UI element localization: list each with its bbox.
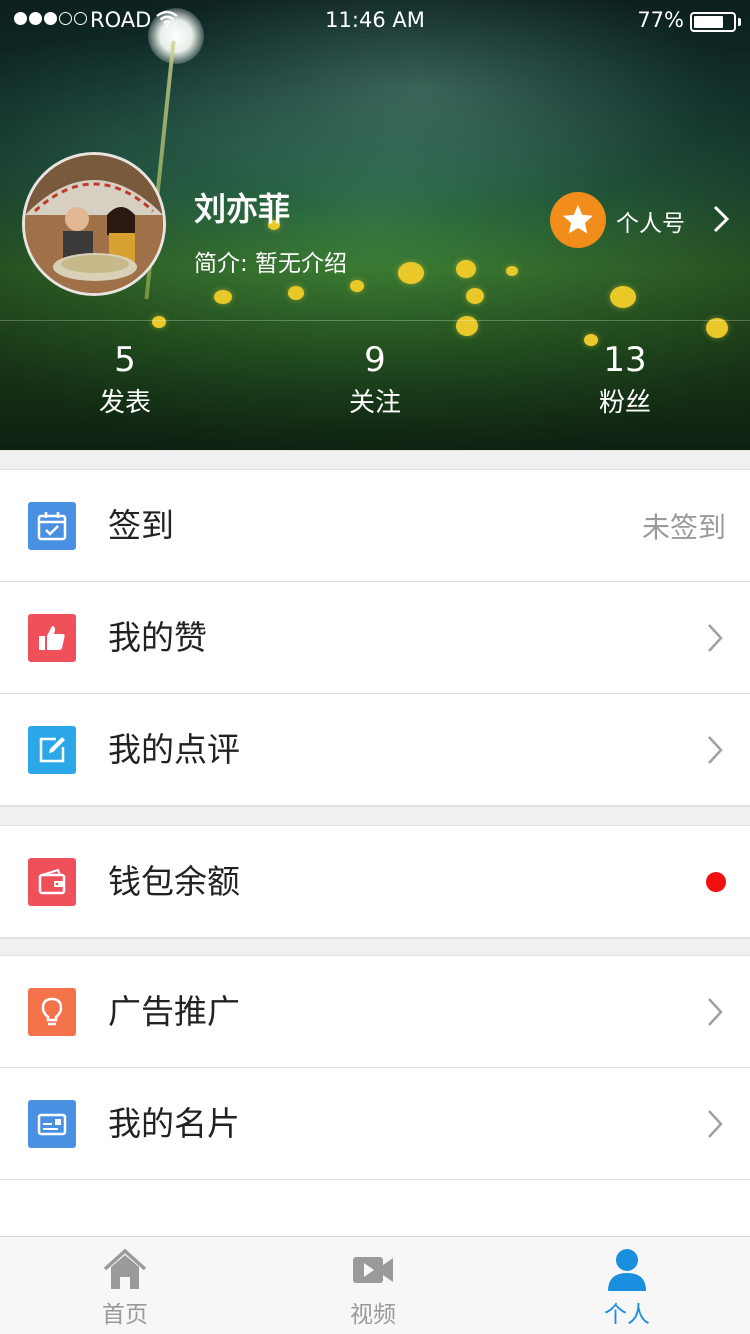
edit-icon — [28, 726, 76, 774]
tab-profile[interactable]: 个人 — [502, 1237, 750, 1334]
section-spacer — [0, 938, 750, 956]
tab-video-label: 视频 — [350, 1302, 396, 1328]
card-icon — [28, 1100, 76, 1148]
menu-item-business-card[interactable]: 我的名片 — [0, 1068, 750, 1180]
notification-badge — [706, 872, 726, 892]
stat-followers-count: 13 — [603, 340, 647, 380]
stat-following-count: 9 — [364, 340, 386, 380]
stat-followers-label: 粉丝 — [598, 388, 651, 418]
wallet-label: 钱包余额 — [108, 862, 240, 901]
menu-item-wallet[interactable]: 钱包余额 — [0, 826, 750, 938]
chevron-right-icon — [708, 1110, 723, 1138]
wallet-icon — [28, 858, 76, 906]
star-icon — [550, 192, 606, 248]
ads-label: 广告推广 — [108, 992, 240, 1031]
checkin-status: 未签到 — [641, 511, 726, 544]
home-icon — [103, 1248, 147, 1289]
stat-posts-label: 发表 — [98, 388, 151, 418]
video-icon — [353, 1257, 393, 1283]
lightbulb-icon — [28, 988, 76, 1036]
profile-header: ROAD 11:46 AM 77% 刘亦菲 简介: 暂无介绍 个人号 5 发表 … — [0, 0, 750, 450]
stat-following-label: 关注 — [348, 388, 401, 418]
profile-bio: 简介: 暂无介绍 — [194, 251, 348, 277]
menu-item-likes[interactable]: 我的赞 — [0, 582, 750, 694]
tab-home-label: 首页 — [102, 1302, 148, 1328]
tab-video[interactable]: 视频 — [248, 1237, 498, 1334]
section-spacer — [0, 450, 750, 470]
chevron-right-icon — [708, 998, 723, 1026]
chevron-right-icon — [713, 205, 730, 233]
profile-stats: 5 发表 9 关注 13 粉丝 — [0, 336, 750, 436]
header-divider — [0, 320, 750, 321]
calendar-check-icon — [28, 502, 76, 550]
tab-profile-label: 个人 — [604, 1302, 650, 1328]
battery-percent: 77% — [637, 8, 684, 32]
tab-bar: 首页 视频 个人 — [0, 1236, 750, 1334]
thumbs-up-icon — [28, 614, 76, 662]
chevron-right-icon — [708, 624, 723, 652]
profile-name: 刘亦菲 — [194, 190, 291, 228]
menu-item-ads[interactable]: 广告推广 — [0, 956, 750, 1068]
person-icon — [608, 1249, 646, 1291]
reviews-label: 我的点评 — [108, 730, 240, 769]
section-spacer — [0, 806, 750, 826]
menu-item-checkin[interactable]: 签到 未签到 — [0, 470, 750, 582]
stat-posts-count: 5 — [114, 340, 136, 380]
stat-followers[interactable]: 13 粉丝 — [500, 336, 750, 422]
battery-icon — [690, 12, 736, 32]
checkin-label: 签到 — [108, 506, 174, 545]
avatar[interactable] — [22, 152, 166, 296]
tab-home[interactable]: 首页 — [0, 1237, 250, 1334]
personal-account-label: 个人号 — [616, 211, 685, 237]
personal-account-link[interactable]: 个人号 — [550, 192, 740, 248]
chevron-right-icon — [708, 736, 723, 764]
status-bar: ROAD 11:46 AM 77% — [0, 0, 750, 40]
menu-item-reviews[interactable]: 我的点评 — [0, 694, 750, 806]
stat-posts[interactable]: 5 发表 — [0, 336, 250, 422]
likes-label: 我的赞 — [108, 618, 207, 657]
stat-following[interactable]: 9 关注 — [250, 336, 500, 422]
business-card-label: 我的名片 — [108, 1104, 240, 1143]
